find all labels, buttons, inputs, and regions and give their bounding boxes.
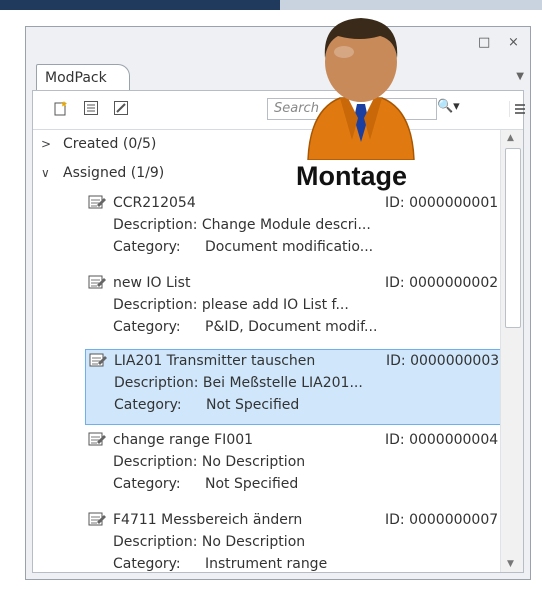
modpack-panel: Search 🔍▾ > Created (0/5) ∨ Assigned (1/… xyxy=(32,90,525,573)
item-description: please add IO List f... xyxy=(201,297,349,313)
scroll-up-icon[interactable]: ▲ xyxy=(507,133,514,143)
top-banner xyxy=(0,0,542,10)
description-label: Description: xyxy=(114,375,199,391)
list-view-icon[interactable] xyxy=(83,100,99,116)
modification-icon xyxy=(88,275,106,289)
modification-icon xyxy=(88,432,106,446)
item-description: No Description xyxy=(201,534,306,550)
group-label: Created (0/5) xyxy=(63,136,157,152)
edit-icon[interactable] xyxy=(113,100,129,116)
group-label: Assigned (1/9) xyxy=(63,165,165,181)
tab-modpack[interactable]: ModPack xyxy=(36,64,130,91)
new-item-icon[interactable] xyxy=(53,100,69,116)
restore-icon[interactable]: □ xyxy=(478,35,490,50)
item-id: ID: 0000000001 xyxy=(385,195,499,211)
modification-icon xyxy=(89,353,107,367)
list-item[interactable]: F4711 Messbereich ändern ID: 0000000007 D… xyxy=(83,509,499,572)
item-title: F4711 Messbereich ändern xyxy=(113,512,303,528)
description-label: Description: xyxy=(113,297,198,313)
modification-icon xyxy=(88,195,106,209)
montage-caption: Montage xyxy=(296,161,407,191)
item-id: ID: 0000000003 xyxy=(386,353,500,369)
group-created[interactable]: > Created (0/5) xyxy=(41,136,156,152)
binoculars-search-icon[interactable]: 🔍▾ xyxy=(437,99,467,119)
item-category: Instrument range xyxy=(205,556,328,572)
item-category: Document modificatio... xyxy=(205,239,374,255)
item-category: Not Specified xyxy=(206,397,300,413)
vertical-scrollbar[interactable]: ▲ ▼ xyxy=(500,130,523,572)
category-label: Category: xyxy=(114,397,182,413)
list-item[interactable]: CCR212054 ID: 0000000001 Description: Cha… xyxy=(83,192,499,268)
category-label: Category: xyxy=(113,239,181,255)
list-item[interactable]: new IO List ID: 0000000002 Description: p… xyxy=(83,272,499,348)
item-title: LIA201 Transmitter tauschen xyxy=(114,353,316,369)
description-label: Description: xyxy=(113,217,198,233)
modpack-tree: > Created (0/5) ∨ Assigned (1/9) CCR2120… xyxy=(33,130,501,572)
scroll-down-icon[interactable]: ▼ xyxy=(507,559,514,569)
description-label: Description: xyxy=(113,534,198,550)
item-description: Change Module descri... xyxy=(201,217,371,233)
list-item[interactable]: change range FI001 ID: 0000000004 Descrip… xyxy=(83,429,499,505)
item-id: ID: 0000000004 xyxy=(385,432,499,448)
item-category: Not Specified xyxy=(205,476,299,492)
item-category: P&ID, Document modif... xyxy=(205,319,378,335)
scroll-thumb[interactable] xyxy=(505,148,521,328)
group-assigned[interactable]: ∨ Assigned (1/9) xyxy=(41,165,164,181)
item-description: No Description xyxy=(201,454,306,470)
item-description: Bei Meßstelle LIA201... xyxy=(202,375,363,391)
category-label: Category: xyxy=(113,476,181,492)
item-title: CCR212054 xyxy=(113,195,196,211)
item-title: change range FI001 xyxy=(113,432,254,448)
view-menu-icon[interactable]: ▼ xyxy=(516,71,524,82)
toolbar: Search 🔍▾ xyxy=(33,91,525,130)
montage-person-icon xyxy=(307,18,415,160)
modification-icon xyxy=(88,512,106,526)
category-label: Category: xyxy=(113,319,181,335)
menu-icon[interactable] xyxy=(509,99,527,119)
close-icon[interactable]: × xyxy=(508,35,519,50)
modpack-window: □ × ModPack ▼ Search 🔍▾ > Created (0/5) … xyxy=(25,26,531,580)
item-id: ID: 0000000007 xyxy=(385,512,499,528)
description-label: Description: xyxy=(113,454,198,470)
list-item-selected[interactable]: LIA201 Transmitter tauschen ID: 000000000… xyxy=(85,349,501,425)
chevron-right-icon[interactable]: > xyxy=(41,137,55,151)
category-label: Category: xyxy=(113,556,181,572)
chevron-down-icon[interactable]: ∨ xyxy=(41,166,55,180)
item-title: new IO List xyxy=(113,275,191,291)
item-id: ID: 0000000002 xyxy=(385,275,499,291)
